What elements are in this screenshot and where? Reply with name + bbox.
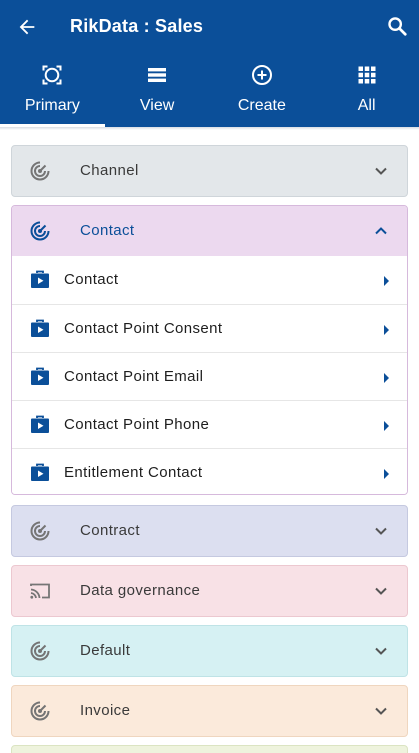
briefcase-play-icon	[31, 319, 49, 337]
focus-frame-icon	[42, 65, 62, 85]
briefcase-play-icon	[31, 463, 49, 481]
tab-view[interactable]: View	[105, 54, 210, 127]
section-label: Contract	[80, 522, 140, 539]
briefcase-play-icon	[31, 415, 49, 433]
chevron-down-icon	[375, 707, 387, 715]
list-item[interactable]: Contact Point Phone	[12, 400, 407, 448]
radar-icon	[30, 521, 50, 541]
section-data-governance: Data governance	[11, 565, 408, 617]
tab-label: View	[139, 97, 175, 114]
section-header-contact[interactable]: Contact	[12, 206, 407, 256]
section-invoice: Invoice	[11, 685, 408, 737]
section-default: Default	[11, 625, 408, 677]
list-icon	[148, 68, 167, 82]
search-icon	[388, 17, 407, 36]
item-label: Contact	[64, 271, 119, 288]
arrow-left-icon	[19, 19, 35, 35]
list-item[interactable]: Contact Point Consent	[12, 304, 407, 352]
section-label: Default	[80, 642, 131, 659]
list-item[interactable]: Contact	[12, 256, 407, 304]
tab-bar: Primary View Create All	[0, 54, 419, 127]
section-body-contact: Contact Contact Point Consent Contact Po…	[12, 256, 407, 494]
section-label: Data governance	[80, 582, 201, 599]
tab-all[interactable]: All	[314, 54, 419, 127]
tab-create[interactable]: Create	[210, 54, 315, 127]
list-item[interactable]: Contact Point Email	[12, 352, 407, 400]
radar-icon	[30, 161, 50, 181]
radar-icon	[30, 701, 50, 721]
header-shadow	[0, 127, 419, 130]
tab-label: All	[357, 97, 376, 114]
section-contact: Contact Contact Contact Point Consent Co…	[11, 205, 408, 495]
section-header-contract[interactable]: Contract	[12, 506, 407, 556]
item-label: Contact Point Phone	[64, 416, 210, 433]
section-channel: Channel	[11, 145, 408, 197]
search-button[interactable]	[383, 12, 411, 40]
briefcase-play-icon	[31, 270, 49, 288]
chevron-down-icon	[375, 167, 387, 175]
arrow-right-icon	[384, 276, 389, 286]
section-label: Channel	[80, 162, 139, 179]
item-label: Contact Point Email	[64, 368, 204, 385]
chevron-up-icon	[375, 227, 387, 235]
cast-icon	[30, 583, 50, 599]
section-header-channel[interactable]: Channel	[12, 146, 407, 196]
tab-label: Primary	[24, 97, 80, 114]
arrow-right-icon	[384, 469, 389, 479]
radar-icon	[30, 641, 50, 661]
section-label: Invoice	[80, 702, 131, 719]
section-header-default[interactable]: Default	[12, 626, 407, 676]
tab-primary[interactable]: Primary	[0, 54, 105, 127]
chevron-down-icon	[375, 647, 387, 655]
chevron-down-icon	[375, 527, 387, 535]
list-item[interactable]: Entitlement Contact	[12, 448, 407, 494]
item-label: Entitlement Contact	[64, 464, 203, 481]
grid-icon	[358, 66, 376, 84]
back-button[interactable]	[12, 12, 42, 42]
app-title: RikData : Sales	[70, 16, 204, 36]
arrow-right-icon	[384, 373, 389, 383]
section-next-partial	[11, 745, 408, 753]
chevron-down-icon	[375, 587, 387, 595]
section-label: Contact	[80, 222, 135, 239]
section-header-data-governance[interactable]: Data governance	[12, 566, 407, 616]
add-circle-icon	[251, 65, 272, 85]
briefcase-play-icon	[31, 367, 49, 385]
tab-label: Create	[237, 97, 286, 114]
arrow-right-icon	[384, 421, 389, 431]
radar-icon	[30, 221, 50, 241]
app-bar: RikData : Sales Primary View Create All	[0, 0, 419, 127]
section-contract: Contract	[11, 505, 408, 557]
item-label: Contact Point Consent	[64, 320, 223, 337]
arrow-right-icon	[384, 325, 389, 335]
section-header-invoice[interactable]: Invoice	[12, 686, 407, 736]
title-bar: RikData : Sales	[0, 0, 419, 54]
